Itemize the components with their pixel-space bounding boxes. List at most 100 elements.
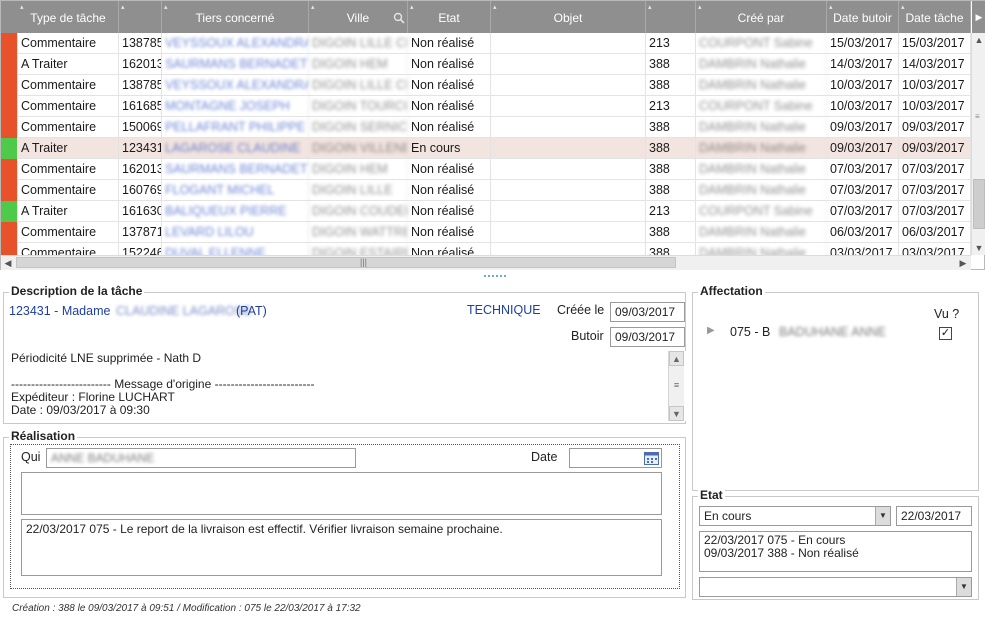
cell-butoir: 06/03/2017 [827, 222, 899, 243]
table-row[interactable]: Commentaire 138785 VEYSSOUX ALEXANDRA DIGOI… [1, 75, 971, 96]
sort-icon[interactable]: ▴ [121, 4, 125, 11]
cell-objet [491, 54, 646, 75]
tiers-name: CLAUDINE LAGAROSE [116, 304, 252, 318]
cell-butoir: 09/03/2017 [827, 138, 899, 159]
cell-etat: Non réalisé [408, 33, 491, 54]
sort-icon[interactable]: ▴ [311, 4, 315, 11]
sort-icon[interactable]: ▴ [410, 4, 414, 11]
scroll-up-icon[interactable]: ▲ [972, 33, 985, 47]
header-scroll-right-icon[interactable]: ▶ [972, 1, 985, 33]
etat-history[interactable]: 22/03/2017 075 - En cours 09/03/2017 388… [699, 531, 972, 572]
cell-type: Commentaire [18, 222, 119, 243]
cell-code: 388 [646, 75, 696, 96]
scroll-down-icon[interactable]: ▼ [972, 241, 985, 255]
cell-tiers: LAGAROSE CLAUDINE [162, 138, 309, 159]
message-text[interactable]: Périodicité LNE supprimée - Nath D -----… [7, 351, 687, 421]
scroll-down-icon[interactable]: ▼ [669, 406, 684, 421]
message-scrollbar[interactable]: ▲ ≡ ▼ [668, 351, 684, 421]
hscroll-thumb[interactable]: ||| [16, 257, 676, 268]
cell-ville: DIGOIN LILLE [309, 180, 408, 201]
cell-type: A Traiter [18, 201, 119, 222]
table-row[interactable]: A Traiter 162013 SAURMANS BERNADETTE DIGOIN… [1, 54, 971, 75]
grid-vertical-scrollbar[interactable]: ▲ ≡ ▼ [971, 33, 985, 255]
sort-icon[interactable]: ▴ [493, 4, 497, 11]
cell-code: 213 [646, 96, 696, 117]
cell-ville: DIGOIN ESTAIRES [309, 243, 408, 255]
cell-cree: DAMBRIN Nathalie [696, 117, 827, 138]
table-row[interactable]: Commentaire 137871 LEVARD LILOU DIGOIN WATT… [1, 222, 971, 243]
etat-second-select[interactable]: ▼ [699, 577, 972, 597]
column-header-objet[interactable]: ▴ Objet [491, 1, 646, 33]
column-header-label: Créé par [737, 11, 785, 25]
cell-tiers: MONTAGNE JOSEPH [162, 96, 309, 117]
sort-icon[interactable]: ▴ [648, 4, 652, 11]
sort-icon[interactable]: ▴ [164, 4, 168, 11]
date-label: Date [531, 450, 558, 464]
creee-date-field[interactable]: 09/03/2017 [610, 302, 685, 322]
column-header-ville[interactable]: ▴ Ville [309, 1, 408, 33]
table-row[interactable]: Commentaire 161685 MONTAGNE JOSEPH DIGOIN T… [1, 96, 971, 117]
column-header-code[interactable]: ▴ [646, 1, 696, 33]
realisation-history[interactable]: 22/03/2017 075 - Le report de la livrais… [21, 519, 662, 576]
table-row[interactable]: Commentaire 152246 DUVAL ELLENNE DIGOIN EST… [1, 243, 971, 255]
column-header-id[interactable]: ▴ [119, 1, 162, 33]
panel-splitter[interactable] [484, 275, 506, 278]
table-row[interactable]: Commentaire 162013 SAURMANS BERNADETTE DIGO… [1, 159, 971, 180]
affectation-panel: Affectation Vu ? ▶ 075 - B BADUHANE ANNE… [692, 284, 979, 491]
column-header-cree[interactable]: ▴ Créé par [696, 1, 827, 33]
cell-tiers: SAURMANS BERNADETTE [162, 159, 309, 180]
scroll-thumb[interactable] [973, 179, 985, 229]
chevron-down-icon[interactable]: ▼ [956, 578, 971, 596]
column-header-etat[interactable]: ▴ Etat [408, 1, 491, 33]
search-icon[interactable] [393, 12, 405, 24]
cell-etat: Non réalisé [408, 243, 491, 255]
scroll-left-icon[interactable]: ◀ [1, 256, 15, 270]
cell-datetache: 07/03/2017 [899, 180, 971, 201]
description-legend: Description de la tâche [9, 284, 145, 298]
calendar-icon[interactable] [644, 451, 659, 465]
table-row[interactable]: Commentaire 160769 FLOGANT MICHEL DIGOIN LI… [1, 180, 971, 201]
qui-field[interactable]: ANNE BADUHANE [46, 448, 356, 468]
sort-icon[interactable]: ▴ [829, 4, 833, 11]
sort-icon[interactable]: ▴ [901, 4, 905, 11]
column-header-butoir[interactable]: ▴ Date butoir [827, 1, 899, 33]
cell-datetache: 14/03/2017 [899, 54, 971, 75]
cell-butoir: 07/03/2017 [827, 159, 899, 180]
scroll-grip-icon: ≡ [975, 112, 980, 121]
chevron-down-icon[interactable]: ▼ [875, 507, 890, 525]
sort-icon[interactable]: ▴ [20, 4, 24, 11]
etat-selected-value: En cours [704, 509, 752, 523]
cell-code: 213 [646, 33, 696, 54]
table-row[interactable]: Commentaire 150069 PELLAFRANT PHILIPPE DIGO… [1, 117, 971, 138]
table-row[interactable]: A Traiter 161630 BALIQUEUX PIERRE DIGOIN CO… [1, 201, 971, 222]
table-row[interactable]: Commentaire 138785 VEYSSOUX ALEXANDRA DIGOI… [1, 33, 971, 54]
status-indicator [1, 201, 18, 222]
cell-cree: DAMBRIN Nathalie [696, 54, 827, 75]
cell-etat: Non réalisé [408, 201, 491, 222]
column-header-type[interactable]: ▴ Type de tâche [18, 1, 119, 33]
column-header-tiers[interactable]: ▴ Tiers concerné [162, 1, 309, 33]
realisation-legend: Réalisation [9, 429, 78, 443]
cell-code: 388 [646, 138, 696, 159]
sort-icon[interactable]: ▴ [698, 4, 702, 11]
column-header-datetache[interactable]: ▴ Date tâche [899, 1, 971, 33]
cell-etat: En cours [408, 138, 491, 159]
grid-horizontal-scrollbar[interactable]: ◀ ||| ▶ [1, 255, 971, 270]
vu-checkbox[interactable]: ✓ [939, 327, 952, 340]
cell-id: 161685 [119, 96, 162, 117]
table-row[interactable]: A Traiter 123431 LAGAROSE CLAUDINE DIGOIN V… [1, 138, 971, 159]
cell-ville: DIGOIN LILLE CIE [309, 75, 408, 96]
butoir-date-field[interactable]: 09/03/2017 [610, 327, 685, 347]
scroll-up-icon[interactable]: ▲ [669, 351, 684, 366]
realisation-note-input[interactable] [21, 472, 662, 515]
scroll-right-icon[interactable]: ▶ [956, 256, 970, 270]
cell-datetache: 09/03/2017 [899, 117, 971, 138]
expand-arrow-icon[interactable]: ▶ [707, 325, 715, 336]
cell-ville: DIGOIN HEM [309, 54, 408, 75]
realisation-frame: Qui ANNE BADUHANE Date 22/03/2017 075 - … [10, 444, 680, 589]
description-panel: Description de la tâche 123431 - Madame … [3, 284, 687, 424]
etat-date-field[interactable]: 22/03/2017 [896, 506, 972, 526]
cell-objet [491, 201, 646, 222]
cell-tiers: FLOGANT MICHEL [162, 180, 309, 201]
etat-select[interactable]: En cours ▼ [699, 506, 891, 526]
